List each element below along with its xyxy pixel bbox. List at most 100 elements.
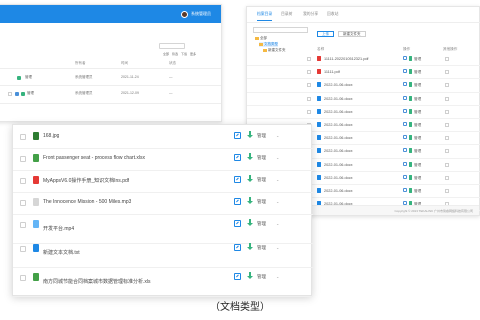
download-icon[interactable] bbox=[409, 108, 412, 114]
row-option-checkbox[interactable] bbox=[445, 123, 449, 127]
manage-link[interactable]: 管理 bbox=[414, 136, 421, 141]
row-checkbox[interactable] bbox=[307, 57, 311, 61]
row-checkbox[interactable] bbox=[307, 83, 311, 88]
file-row[interactable]: 11111-2022010512321.pdf 管理 bbox=[247, 53, 480, 67]
row-option-checkbox[interactable] bbox=[445, 70, 449, 75]
download-icon[interactable] bbox=[409, 135, 412, 141]
file-row[interactable]: 2022-01-06.docx 管理 bbox=[247, 79, 480, 93]
manage-link[interactable]: 管理 bbox=[257, 221, 266, 227]
chevron-down-icon[interactable]: ⌄ bbox=[276, 221, 279, 226]
download-icon[interactable] bbox=[247, 197, 253, 206]
file-name[interactable]: 2022-01-06.docx bbox=[324, 123, 353, 127]
edit-icon[interactable] bbox=[234, 132, 241, 139]
manage-link[interactable]: 管理 bbox=[414, 83, 421, 88]
row-option-checkbox[interactable] bbox=[445, 175, 449, 180]
search-input[interactable] bbox=[159, 43, 185, 49]
edit-icon[interactable] bbox=[403, 108, 407, 113]
download-icon[interactable] bbox=[21, 92, 25, 96]
row-checkbox[interactable] bbox=[307, 96, 311, 101]
manage-link[interactable]: 管理 bbox=[414, 97, 421, 102]
tree-node-all[interactable]: 全部 bbox=[255, 36, 267, 41]
document-row[interactable]: Front passenger seat - process flow char… bbox=[13, 149, 313, 171]
edit-icon[interactable] bbox=[403, 188, 407, 192]
manage-link[interactable]: 管理 bbox=[414, 110, 421, 115]
document-name[interactable]: 南方同城节能合同档案城市数据管理标准分析.xls bbox=[43, 278, 151, 285]
download-icon[interactable] bbox=[247, 153, 253, 162]
download-icon[interactable] bbox=[409, 56, 412, 61]
row-option-checkbox[interactable] bbox=[445, 149, 449, 154]
edit-icon[interactable] bbox=[403, 56, 407, 60]
edit-icon[interactable] bbox=[234, 273, 241, 280]
download-icon[interactable] bbox=[247, 131, 253, 140]
document-name[interactable]: Front passenger seat - process flow char… bbox=[43, 155, 145, 161]
document-row[interactable]: 新建文本文档.txt 管理 ⌄ bbox=[13, 239, 313, 268]
manage-link[interactable]: 管理 bbox=[27, 91, 34, 96]
row-checkbox[interactable] bbox=[20, 246, 26, 252]
edit-icon[interactable] bbox=[15, 92, 19, 96]
table-row[interactable]: 管理 系统管理员 2021-12-09 — bbox=[0, 89, 223, 101]
document-row[interactable]: The Innocence Mission - 500 Miles.mp3 管理 ⌄ bbox=[13, 193, 313, 215]
edit-icon[interactable] bbox=[234, 220, 241, 227]
row-option-checkbox[interactable] bbox=[445, 189, 449, 193]
row-option-checkbox[interactable] bbox=[445, 136, 449, 141]
row-checkbox[interactable] bbox=[307, 70, 311, 75]
row-checkbox[interactable] bbox=[20, 275, 26, 281]
manage-link[interactable]: 管理 bbox=[414, 163, 421, 168]
download-icon[interactable] bbox=[247, 243, 253, 252]
table-row[interactable]: 管理 系统管理员 2021-11-24 — bbox=[0, 73, 223, 85]
tree-search-input[interactable] bbox=[253, 27, 308, 33]
document-name[interactable]: The Innocence Mission - 500 Miles.mp3 bbox=[43, 199, 131, 205]
row-checkbox[interactable] bbox=[20, 222, 26, 228]
row-checkbox[interactable] bbox=[20, 156, 26, 162]
manage-link[interactable]: 管理 bbox=[257, 245, 266, 251]
document-row[interactable]: MyAppsV6.0操作手册_知识文档Ins.pdf 管理 ⌄ bbox=[13, 171, 313, 193]
chevron-down-icon[interactable]: ⌄ bbox=[276, 199, 279, 204]
manage-link[interactable]: 管理 bbox=[414, 57, 421, 62]
avatar[interactable] bbox=[181, 10, 188, 18]
file-name[interactable]: 2022-01-06.docx bbox=[324, 163, 353, 167]
download-icon[interactable] bbox=[409, 188, 412, 193]
row-option-checkbox[interactable] bbox=[445, 162, 449, 167]
download-icon[interactable] bbox=[247, 272, 253, 281]
edit-icon[interactable] bbox=[403, 161, 407, 166]
download-icon[interactable] bbox=[409, 174, 412, 180]
edit-icon[interactable] bbox=[403, 95, 407, 100]
file-row[interactable]: 11111.pdf 管理 bbox=[247, 66, 480, 80]
edit-icon[interactable] bbox=[403, 82, 407, 87]
document-name[interactable]: 168.jpg bbox=[43, 133, 59, 139]
edit-icon[interactable] bbox=[403, 148, 407, 153]
row-option-checkbox[interactable] bbox=[445, 96, 449, 101]
row-checkbox[interactable] bbox=[8, 92, 12, 96]
download-icon[interactable] bbox=[409, 148, 412, 154]
document-name[interactable]: 开发平台.mp4 bbox=[43, 225, 74, 232]
download-button[interactable]: 下载 bbox=[181, 52, 187, 56]
manage-link[interactable]: 管理 bbox=[414, 70, 421, 75]
edit-icon[interactable] bbox=[403, 69, 407, 74]
more-button[interactable]: 更多 bbox=[190, 52, 196, 56]
manage-link[interactable]: 管理 bbox=[257, 155, 266, 161]
upload-button[interactable]: 上传 bbox=[317, 31, 334, 37]
document-row[interactable]: 168.jpg 管理 ⌄ bbox=[13, 127, 313, 149]
row-checkbox[interactable] bbox=[307, 109, 311, 114]
file-row[interactable]: 2022-01-06.docx 管理 bbox=[247, 106, 480, 119]
document-row[interactable]: 南方同城节能合同档案城市数据管理标准分析.xls 管理 ⌄ bbox=[13, 268, 313, 297]
edit-icon[interactable] bbox=[234, 176, 241, 183]
row-checkbox[interactable] bbox=[20, 178, 26, 184]
document-name[interactable]: 新建文本文档.txt bbox=[43, 249, 80, 256]
new-folder-button[interactable]: 新建文件夹 bbox=[338, 31, 366, 37]
chevron-down-icon[interactable]: ⌄ bbox=[276, 177, 279, 182]
manage-link[interactable]: 管理 bbox=[414, 123, 421, 128]
manage-link[interactable]: 管理 bbox=[257, 199, 266, 205]
download-icon[interactable] bbox=[409, 122, 412, 127]
file-name[interactable]: 2022-01-06.docx bbox=[324, 149, 353, 153]
manage-link[interactable]: 管理 bbox=[257, 177, 266, 183]
manage-link[interactable]: 管理 bbox=[414, 149, 421, 154]
file-name[interactable]: 2022-01-06.docx bbox=[324, 176, 353, 180]
tree-node-doc-types[interactable]: 文档类型 bbox=[259, 42, 278, 47]
row-checkbox[interactable] bbox=[20, 134, 26, 140]
file-name[interactable]: 2022-01-06.docx bbox=[324, 189, 353, 193]
row-option-checkbox[interactable] bbox=[445, 57, 449, 61]
user-name[interactable]: 系统管理员 bbox=[191, 11, 211, 17]
chevron-down-icon[interactable]: ⌄ bbox=[276, 133, 279, 138]
row-option-checkbox[interactable] bbox=[445, 83, 449, 88]
